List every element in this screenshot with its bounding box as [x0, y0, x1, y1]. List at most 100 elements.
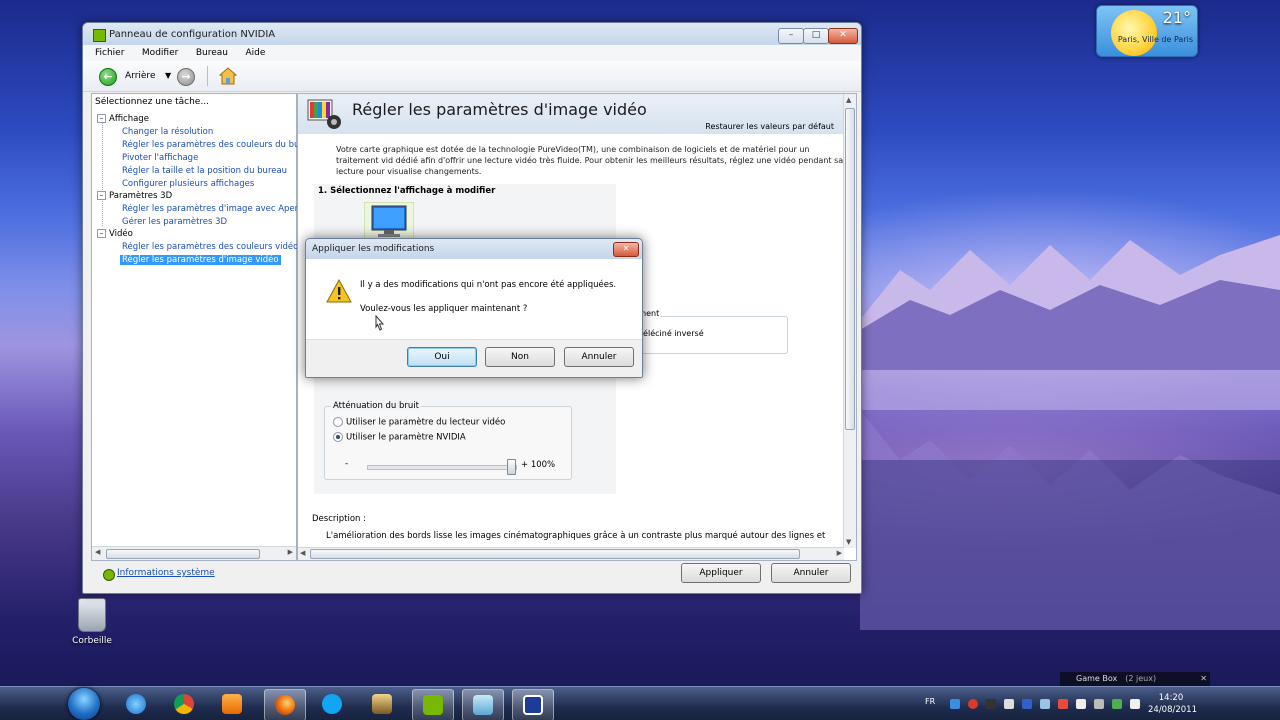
noise-reduction-group: Atténuation du bruit Utiliser le paramèt…: [324, 401, 572, 480]
radio-nvidia-setting[interactable]: Utiliser le paramètre NVIDIA: [333, 432, 466, 443]
taskbar-ie[interactable]: [116, 689, 156, 719]
task-gerer-3d[interactable]: Gérer les paramètres 3D: [122, 217, 227, 227]
clock[interactable]: 14:20 24/08/2011: [1148, 692, 1197, 716]
scroll-down-icon[interactable]: ▼: [846, 538, 851, 546]
taskbar-remote[interactable]: [512, 689, 554, 720]
apply-button[interactable]: Appliquer: [681, 563, 761, 583]
noise-legend: Atténuation du bruit: [331, 401, 421, 411]
weather-gadget[interactable]: 21° Paris, Ville de Paris: [1096, 5, 1198, 57]
menu-modifier[interactable]: Modifier: [142, 45, 178, 61]
apply-changes-dialog: Appliquer les modifications ✕ Il y a des…: [305, 238, 643, 378]
dialog-close-icon[interactable]: ✕: [613, 242, 639, 257]
monitor-icon[interactable]: [364, 202, 414, 242]
task-pane-horizontal-scrollbar[interactable]: ◀ ▶: [92, 546, 296, 560]
flag-icon[interactable]: [1130, 699, 1140, 709]
noise-slider-track[interactable]: [367, 465, 517, 470]
collapse-icon[interactable]: –: [97, 114, 106, 123]
taskbar-firefox[interactable]: [264, 689, 306, 720]
yes-button[interactable]: Oui: [407, 347, 477, 367]
scroll-left-icon[interactable]: ◀: [300, 549, 305, 557]
network-icon[interactable]: [1094, 699, 1104, 709]
forward-arrow-icon[interactable]: →: [177, 68, 195, 86]
description-label: Description :: [312, 514, 366, 524]
warning-icon: [326, 279, 352, 303]
back-arrow-icon[interactable]: ←: [99, 68, 117, 86]
gamebox-close-icon[interactable]: ✕: [1200, 672, 1207, 686]
slider-value-label: + 100%: [521, 460, 556, 470]
taskbar-chrome[interactable]: [164, 689, 204, 719]
noise-slider-thumb[interactable]: [506, 459, 516, 475]
tray-icon[interactable]: [1022, 699, 1032, 709]
restore-defaults-link[interactable]: Restaurer les valeurs par défaut: [705, 122, 834, 131]
dialog-titlebar[interactable]: Appliquer les modifications ✕: [306, 239, 642, 259]
task-image-apercu[interactable]: Régler les paramètres d'image avec Aperç…: [122, 204, 308, 214]
task-couleurs-bureau[interactable]: Régler les paramètres des couleurs du bu…: [122, 140, 308, 150]
radio-button[interactable]: [333, 432, 343, 442]
back-button-label[interactable]: Arrière: [125, 71, 155, 81]
video-settings-icon: [307, 99, 341, 129]
scroll-right-icon[interactable]: ▶: [837, 549, 842, 557]
tree-node-label: Vidéo: [109, 229, 133, 239]
content-vertical-scrollbar[interactable]: ▲ ▼: [843, 94, 856, 548]
recycle-bin[interactable]: Corbeille: [70, 598, 114, 646]
taskbar-app[interactable]: [362, 689, 402, 719]
gamebox-bar[interactable]: Game Box (2 jeux) ✕: [1060, 672, 1210, 686]
content-horizontal-scrollbar[interactable]: ◀ ▶: [298, 547, 844, 560]
scroll-right-icon[interactable]: ▶: [288, 548, 293, 556]
app-icon: [372, 694, 392, 714]
tray-icon[interactable]: [950, 699, 960, 709]
tree-node-affichage[interactable]: – Affichage: [97, 114, 149, 124]
task-image-video-selected[interactable]: Régler les paramètres d'image vidéo: [120, 255, 281, 265]
maximize-button[interactable]: □: [803, 28, 829, 44]
radio-label: Utiliser le paramètre du lecteur vidéo: [346, 417, 506, 428]
menu-fichier[interactable]: Fichier: [95, 45, 124, 61]
scroll-left-icon[interactable]: ◀: [95, 548, 100, 556]
tree-node-parametres-3d[interactable]: – Paramètres 3D: [97, 191, 172, 201]
task-pivoter-affichage[interactable]: Pivoter l'affichage: [122, 153, 198, 163]
back-history-dropdown-icon[interactable]: ▼: [165, 71, 171, 80]
collapse-icon[interactable]: –: [97, 191, 106, 200]
dialog-message: Il y a des modifications qui n'ont pas e…: [360, 280, 617, 290]
chrome-icon: [174, 694, 194, 714]
tray-icon[interactable]: [1058, 699, 1068, 709]
dialog-title: Appliquer les modifications: [312, 244, 435, 254]
dialog-cancel-button[interactable]: Annuler: [564, 347, 634, 367]
toolbar-separator: [207, 66, 208, 86]
home-icon[interactable]: [219, 67, 237, 85]
language-indicator[interactable]: FR: [925, 697, 935, 706]
taskbar-explorer[interactable]: [462, 689, 504, 720]
tree-node-label: Paramètres 3D: [109, 191, 173, 201]
taskbar-media-player[interactable]: [212, 689, 252, 719]
task-changer-resolution[interactable]: Changer la résolution: [122, 127, 213, 137]
minimize-button[interactable]: –: [778, 28, 804, 44]
menu-aide[interactable]: Aide: [245, 45, 265, 61]
scrollbar-thumb[interactable]: [106, 549, 260, 559]
radio-player-setting[interactable]: Utiliser le paramètre du lecteur vidéo: [333, 417, 505, 428]
gamebox-count: (2 jeux): [1125, 674, 1157, 683]
scrollbar-thumb[interactable]: [845, 108, 855, 430]
start-button[interactable]: [68, 688, 100, 720]
scrollbar-thumb[interactable]: [310, 549, 800, 559]
system-info-link[interactable]: Informations système: [117, 568, 215, 578]
tree-node-video[interactable]: – Vidéo: [97, 229, 133, 239]
window-titlebar[interactable]: Panneau de configuration NVIDIA – □ ✕: [83, 23, 861, 45]
speaker-icon[interactable]: [1076, 699, 1086, 709]
task-couleurs-video[interactable]: Régler les paramètres des couleurs vidéo: [122, 242, 298, 252]
scroll-up-icon[interactable]: ▲: [846, 96, 851, 104]
collapse-icon[interactable]: –: [97, 229, 106, 238]
menu-bureau[interactable]: Bureau: [196, 45, 228, 61]
taskbar-nvidia[interactable]: [412, 689, 454, 720]
tray-icon[interactable]: [1004, 699, 1014, 709]
taskbar-skype[interactable]: [312, 689, 352, 719]
close-button[interactable]: ✕: [828, 28, 858, 44]
tray-icon[interactable]: [1112, 699, 1122, 709]
task-plusieurs-affichages[interactable]: Configurer plusieurs affichages: [122, 179, 254, 189]
task-taille-position-bureau[interactable]: Régler la taille et la position du burea…: [122, 166, 287, 176]
tray-icon[interactable]: [1040, 699, 1050, 709]
radio-button[interactable]: [333, 417, 343, 427]
no-button[interactable]: Non: [485, 347, 555, 367]
tray-icon[interactable]: [986, 699, 996, 709]
tray-icon[interactable]: [968, 699, 978, 709]
step1-heading: 1. Sélectionnez l'affichage à modifier: [318, 186, 496, 196]
cancel-button[interactable]: Annuler: [771, 563, 851, 583]
